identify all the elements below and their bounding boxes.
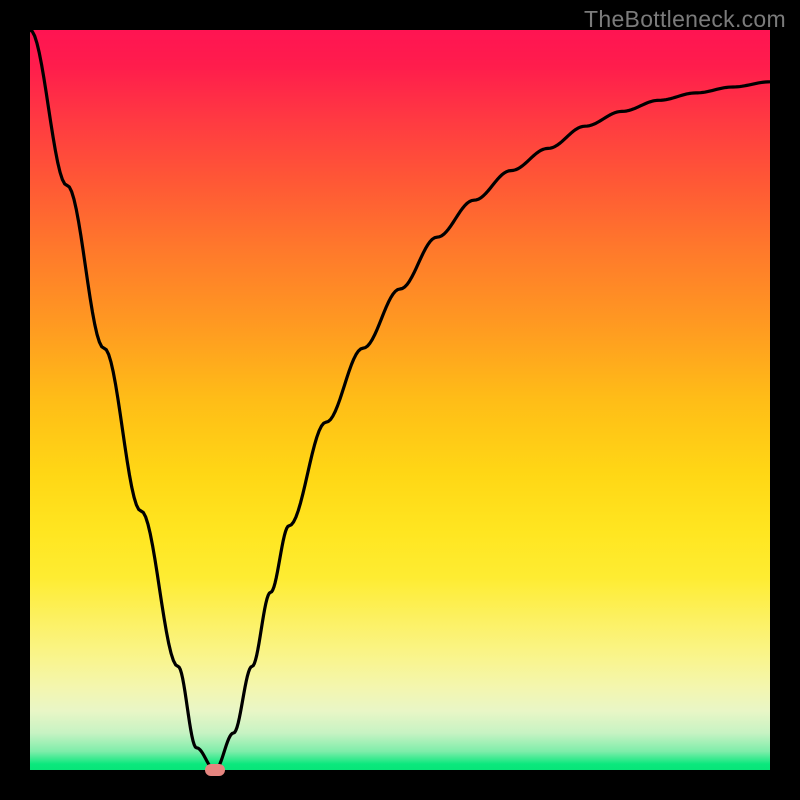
curve-path	[30, 30, 770, 770]
plot-area	[30, 30, 770, 770]
chart-frame: TheBottleneck.com	[0, 0, 800, 800]
watermark-text: TheBottleneck.com	[584, 6, 786, 33]
minimum-marker	[205, 764, 225, 776]
bottleneck-curve	[30, 30, 770, 770]
